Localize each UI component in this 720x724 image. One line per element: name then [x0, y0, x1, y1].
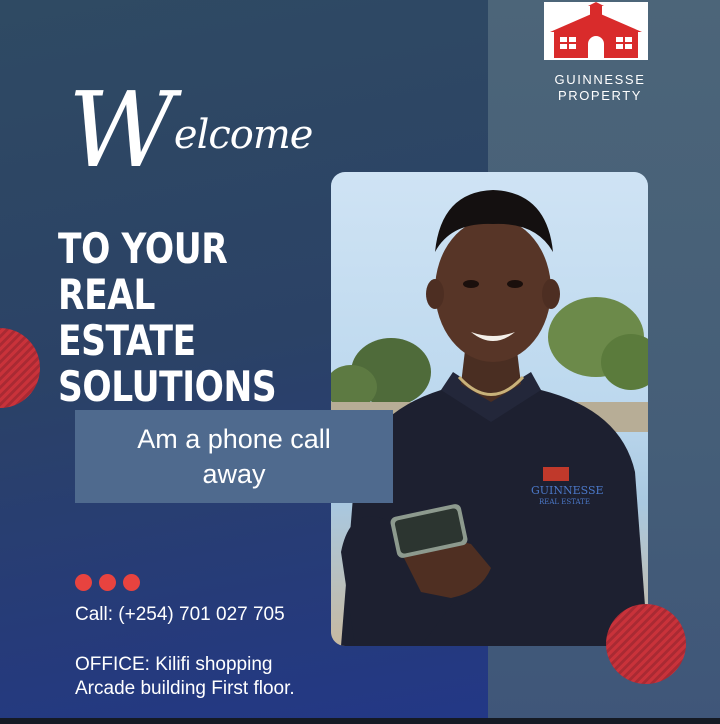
brand-logo — [544, 2, 648, 60]
call-box-line1: Am a phone call — [137, 423, 331, 454]
decorative-dots — [75, 574, 140, 591]
house-logo-icon — [550, 2, 642, 58]
shirt-logo-line2: REAL ESTATE — [539, 498, 590, 506]
headline-line3: SOLUTIONS — [58, 362, 277, 411]
call-box-line2: away — [202, 458, 266, 489]
welcome-capital: W — [68, 69, 175, 191]
shirt-logo-line1: GUINNESSE — [531, 484, 604, 497]
dot — [99, 574, 116, 591]
welcome-rest: elcome — [173, 112, 314, 158]
office-line2: Arcade building First floor. — [75, 678, 295, 699]
brand-name-line2: PROPERTY — [557, 88, 643, 103]
welcome-title: Welcome — [68, 78, 314, 182]
dot — [123, 574, 140, 591]
headline-line2: ESTATE — [58, 316, 196, 365]
decorative-circle-left — [0, 328, 40, 408]
office-address: OFFICE: Kilifi shopping Arcade building … — [75, 653, 295, 701]
headline-line1: TO YOUR REAL — [58, 224, 228, 319]
call-box: Am a phone call away — [75, 410, 393, 503]
headline: TO YOUR REAL ESTATE SOLUTIONS — [58, 226, 296, 410]
brand-name-line1: GUINNESSE — [554, 72, 646, 87]
bottom-strip — [0, 718, 720, 724]
phone-number: Call: (+254) 701 027 705 — [75, 604, 285, 625]
poster: GUINNESSE PROPERTY Welcome TO YOUR REAL … — [0, 0, 720, 724]
dot — [75, 574, 92, 591]
office-line1: OFFICE: Kilifi shopping — [75, 654, 273, 675]
decorative-circle-right — [606, 604, 686, 684]
agent-photo: GUINNESSE REAL ESTATE — [331, 172, 648, 646]
brand-name: GUINNESSE PROPERTY — [530, 72, 670, 104]
